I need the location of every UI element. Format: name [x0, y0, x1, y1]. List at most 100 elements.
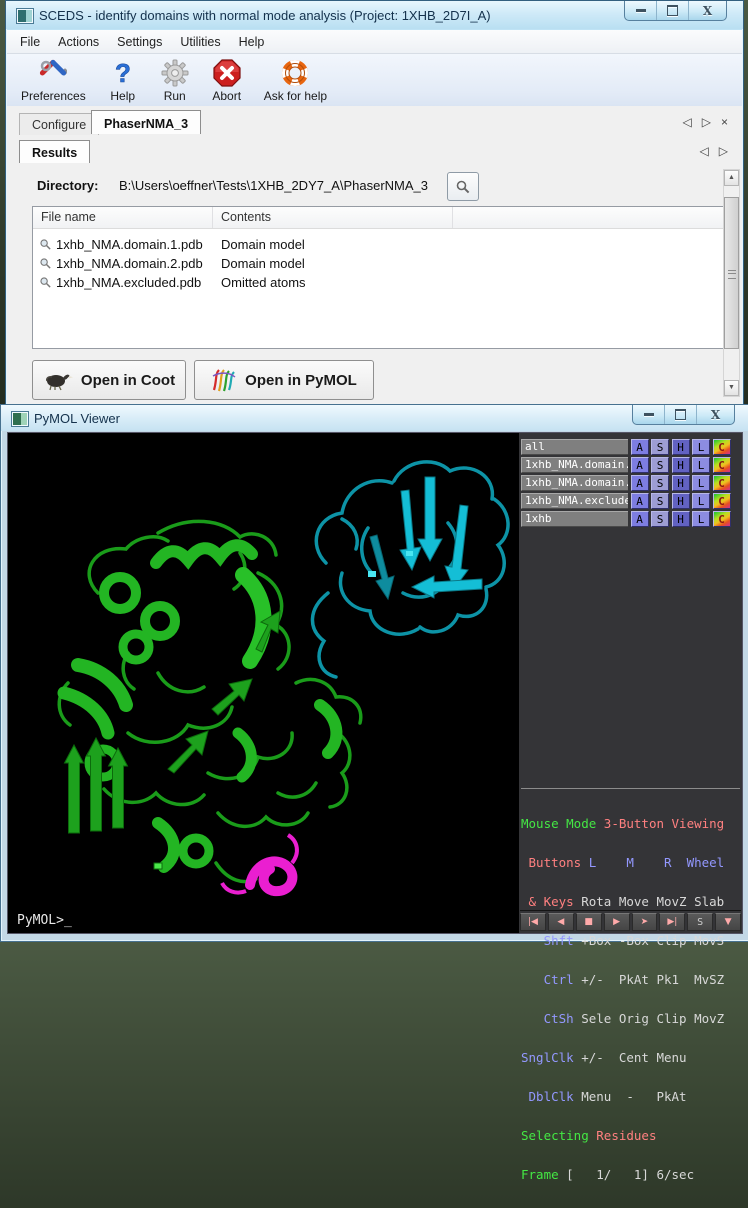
sceds-app-icon	[17, 9, 33, 23]
action-button-a[interactable]: A	[631, 439, 649, 455]
menu-file[interactable]: File	[11, 32, 49, 52]
rewind-start-button[interactable]: |◀	[520, 913, 546, 931]
action-button-a[interactable]: A	[631, 457, 649, 473]
object-name[interactable]: 1xhb_NMA.domain.	[521, 475, 628, 491]
coot-bird-icon	[43, 369, 73, 391]
molecule-render	[8, 433, 519, 933]
minimize-button[interactable]	[633, 405, 665, 424]
table-row[interactable]: 1xhb_NMA.excluded.pdb Omitted atoms	[33, 273, 723, 292]
sceds-window-title: SCEDS - identify domains with normal mod…	[39, 8, 491, 23]
residue-marker	[406, 551, 413, 556]
label-button-l[interactable]: L	[692, 439, 710, 455]
action-button-a[interactable]: A	[631, 493, 649, 509]
object-name[interactable]: 1xhb	[521, 511, 628, 527]
tab-results[interactable]: Results	[19, 140, 90, 163]
play-button[interactable]: ▶	[604, 913, 630, 931]
molecule-viewport[interactable]: PyMOL>_	[8, 433, 519, 933]
menu-actions[interactable]: Actions	[49, 32, 108, 52]
results-next-arrow[interactable]: ▷	[719, 144, 728, 158]
tab-configure[interactable]: Configure	[19, 113, 99, 135]
tab-next-arrow[interactable]: ▷	[702, 115, 711, 129]
color-button-c[interactable]: C	[713, 493, 731, 509]
maximize-icon	[667, 5, 678, 16]
close-button[interactable]: X	[697, 405, 734, 424]
minimize-button[interactable]	[625, 1, 657, 20]
magnifier-icon	[39, 276, 52, 289]
color-button-c[interactable]: C	[713, 457, 731, 473]
menu-settings[interactable]: Settings	[108, 32, 171, 52]
object-name[interactable]: 1xhb_NMA.domain.	[521, 457, 628, 473]
step-forward-button[interactable]: ➤	[632, 913, 658, 931]
ask-for-help-button[interactable]: Ask for help	[258, 57, 333, 104]
open-in-pymol-button[interactable]: Open in PyMOL	[194, 360, 374, 400]
mouse-mode-panel: Mouse Mode 3-Button Viewing Buttons L M …	[521, 788, 740, 1207]
maximize-icon	[675, 409, 686, 420]
magnifier-icon	[39, 238, 52, 251]
show-button-s[interactable]: S	[651, 457, 669, 473]
label-button-l[interactable]: L	[692, 457, 710, 473]
label-button-l[interactable]: L	[692, 493, 710, 509]
open-in-coot-button[interactable]: Open in Coot	[32, 360, 186, 400]
minimize-icon	[636, 9, 646, 12]
show-button-s[interactable]: S	[651, 475, 669, 491]
object-row-excluded: 1xhb_NMA.exclude A S H L C	[521, 492, 731, 510]
magnifier-icon	[39, 257, 52, 270]
svg-text:?: ?	[115, 59, 131, 87]
browse-directory-button[interactable]	[447, 172, 479, 201]
abort-button[interactable]: Abort	[206, 57, 248, 104]
color-button-c[interactable]: C	[713, 511, 731, 527]
mouse-mode-line: Mouse Mode 3-Button Viewing	[521, 817, 740, 830]
cyan-domain-loops	[312, 462, 508, 677]
maximize-button[interactable]	[657, 1, 689, 20]
tab-close-icon[interactable]: ×	[721, 115, 728, 129]
scroll-down-button[interactable]: ▼	[724, 380, 739, 396]
show-button-s[interactable]: S	[651, 493, 669, 509]
scroll-up-button[interactable]: ▲	[724, 170, 739, 186]
action-button-a[interactable]: A	[631, 511, 649, 527]
hide-button-h[interactable]: H	[672, 511, 690, 527]
color-button-c[interactable]: C	[713, 439, 731, 455]
results-prev-arrow[interactable]: ◁	[700, 144, 709, 158]
show-button-s[interactable]: S	[651, 439, 669, 455]
menu-utilities[interactable]: Utilities	[171, 32, 229, 52]
column-file-name[interactable]: File name	[33, 207, 213, 228]
minimize-icon	[644, 413, 654, 416]
label-button-l[interactable]: L	[692, 511, 710, 527]
hide-button-h[interactable]: H	[672, 475, 690, 491]
object-name[interactable]: 1xhb_NMA.exclude	[521, 493, 628, 509]
tab-prev-arrow[interactable]: ◁	[683, 115, 692, 129]
stop-button[interactable]: ■	[576, 913, 602, 931]
pymol-window-title: PyMOL Viewer	[34, 411, 120, 426]
cyan-domain-sheets	[368, 477, 482, 599]
show-button-s[interactable]: S	[651, 511, 669, 527]
scroll-thumb[interactable]	[724, 197, 739, 349]
scene-button[interactable]: S	[687, 913, 713, 931]
run-button[interactable]: Run	[154, 57, 196, 104]
skip-end-button[interactable]: ▶|	[659, 913, 685, 931]
hide-button-h[interactable]: H	[672, 457, 690, 473]
table-row[interactable]: 1xhb_NMA.domain.2.pdb Domain model	[33, 254, 723, 273]
step-back-button[interactable]: ◀	[548, 913, 574, 931]
tab-phasernma-3[interactable]: PhaserNMA_3	[91, 110, 201, 134]
panel-collapse-button[interactable]: ▼	[715, 913, 741, 931]
pymol-client: PyMOL>_ all A S H L C 1xhb_NMA.domain. A…	[7, 432, 743, 934]
label-button-l[interactable]: L	[692, 475, 710, 491]
object-name[interactable]: all	[521, 439, 628, 455]
gear-icon	[160, 58, 190, 88]
preferences-button[interactable]: Preferences	[15, 57, 92, 104]
tools-icon	[38, 58, 68, 88]
column-contents[interactable]: Contents	[213, 207, 453, 228]
maximize-button[interactable]	[665, 405, 697, 424]
action-button-a[interactable]: A	[631, 475, 649, 491]
help-button[interactable]: ? Help	[102, 57, 144, 104]
color-button-c[interactable]: C	[713, 475, 731, 491]
hide-button-h[interactable]: H	[672, 439, 690, 455]
hide-button-h[interactable]: H	[672, 493, 690, 509]
close-icon: X	[703, 4, 712, 18]
close-button[interactable]: X	[689, 1, 726, 20]
lifebuoy-icon	[280, 58, 310, 88]
menu-help[interactable]: Help	[230, 32, 274, 52]
table-row[interactable]: 1xhb_NMA.domain.1.pdb Domain model	[33, 235, 723, 254]
playback-bar: |◀ ◀ ■ ▶ ➤ ▶| S ▼	[520, 910, 741, 931]
command-prompt[interactable]: PyMOL>_	[17, 913, 72, 928]
